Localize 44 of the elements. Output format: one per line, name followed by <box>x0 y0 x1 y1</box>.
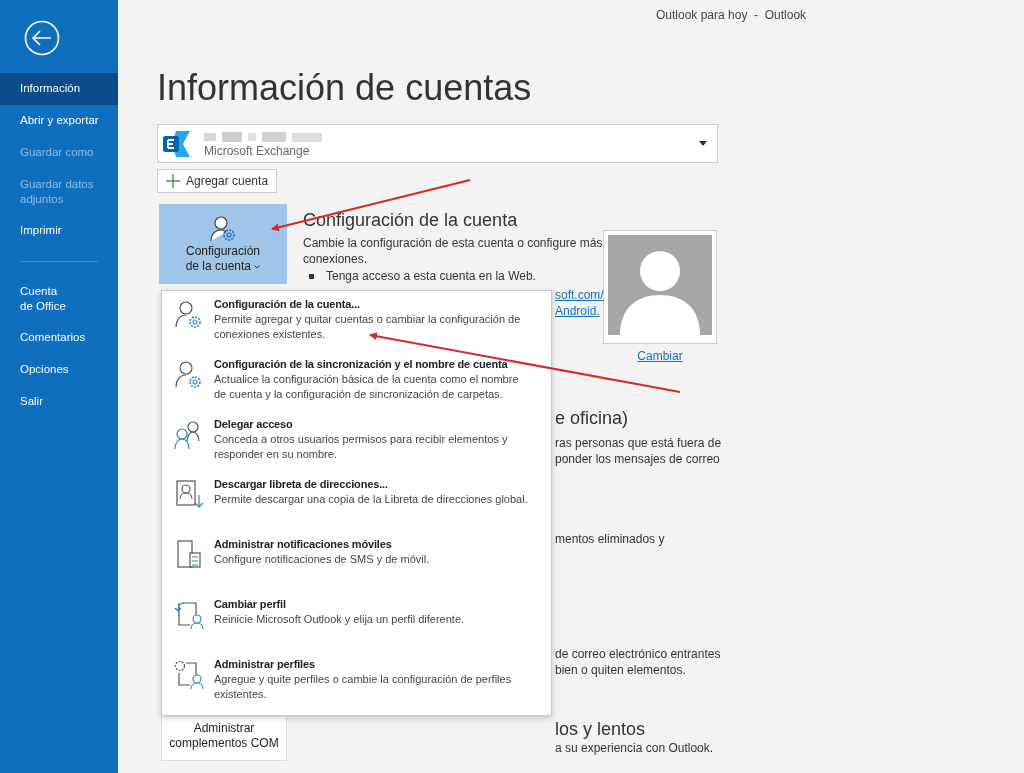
menu-item[interactable]: Configuración de la cuenta... Permite agregar y quitar cuentas o cambiar la configuración de conexiones existentes. <box>162 297 551 357</box>
section-description: bien o quiten elementos. <box>555 662 686 678</box>
blurred-name-icon <box>204 129 324 144</box>
chevron-down-icon <box>254 264 261 269</box>
user-gear-icon <box>208 214 238 244</box>
section-description: Cambie la configuración de esta cuenta o configure más conexiones. <box>303 235 603 267</box>
menu-item[interactable]: Descargar libreta de direcciones... Permite descargar una copia de la Libreta de direcciones global. <box>162 477 551 537</box>
bullet-icon <box>309 273 314 279</box>
menu-item[interactable]: Configuración de la sincronización y el nombre de cuenta Actualice la configuración básica de la cuenta como el nombre de cuenta y la configuración de sincronización de carpetas. <box>162 357 551 417</box>
caret-icon <box>699 141 707 146</box>
section-heading: los y lentos <box>555 719 646 740</box>
add-account-button[interactable]: Agregar cuenta <box>157 169 278 193</box>
section-description: mentos eliminados y <box>555 531 665 547</box>
web-link[interactable]: soft.com/ <box>555 288 604 302</box>
section-description: ras personas que está fuera de <box>555 435 722 451</box>
section-description: ponder los mensajes de correo <box>555 451 720 467</box>
sidebar-item[interactable]: Opciones <box>0 354 118 386</box>
sidebar-item[interactable]: Cuenta de Office <box>0 276 118 322</box>
section-heading: Configuración de la cuenta <box>303 210 519 231</box>
profile-settings-icon <box>172 659 206 691</box>
menu-item[interactable]: Administrar perfiles Agregue y quite perfiles o cambie la configuración de perfiles existentes. <box>162 657 551 717</box>
sidebar-item[interactable]: Imprimir <box>0 215 118 247</box>
web-link[interactable]: Android. <box>555 304 600 318</box>
menu-item[interactable]: Cambiar perfil Reinicie Microsoft Outlook y elija un perfil diferente. <box>162 597 551 657</box>
switch-profile-icon <box>172 599 206 631</box>
sidebar-item[interactable]: Información <box>0 73 118 105</box>
back-button[interactable] <box>24 20 60 56</box>
page-title: Información de cuentas <box>157 66 533 110</box>
menu-item[interactable]: Administrar notificaciones móviles Configure notificaciones de SMS y de móvil. <box>162 537 551 597</box>
window-title: Outlook para hoy - Outlook <box>656 8 807 22</box>
account-type: Microsoft Exchange <box>204 143 311 158</box>
account-selector[interactable]: Microsoft Exchange <box>157 124 718 163</box>
sidebar-item[interactable]: Abrir y exportar <box>0 105 118 137</box>
plus-icon <box>166 174 180 188</box>
section-description: de correo electrónico entrantes <box>555 646 721 662</box>
sidebar-item[interactable]: Comentarios <box>0 322 118 354</box>
change-photo-link[interactable]: Cambiar <box>637 349 683 363</box>
section-description: a su experiencia con Outlook. <box>555 740 714 756</box>
com-addins-button[interactable]: Administrar complementos COM <box>161 717 287 761</box>
account-settings-button[interactable]: Configuración de la cuenta <box>159 204 287 284</box>
sidebar-item[interactable]: Salir <box>0 386 118 418</box>
bullet-text: Tenga acceso a esta cuenta en la Web. <box>326 269 536 283</box>
menu-item[interactable]: Delegar acceso Conceda a otros usuarios permisos para recibir elementos y responder en su nombre. <box>162 417 551 477</box>
section-heading: e oficina) <box>555 408 629 429</box>
